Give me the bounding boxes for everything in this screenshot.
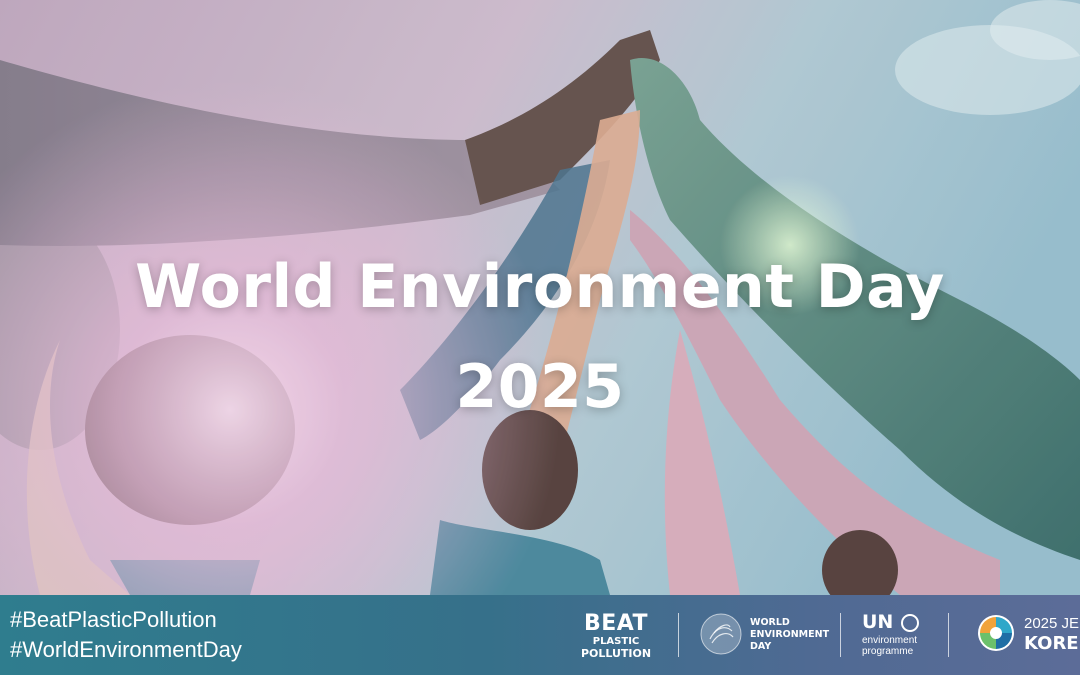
- jeju-logo-line2: KORE: [1024, 633, 1079, 654]
- un-logo-line1: UN: [862, 611, 919, 633]
- un-logo-line2: environment: [862, 635, 918, 646]
- logo-divider: [678, 613, 679, 657]
- beat-logo-line3: POLLUTION: [580, 647, 652, 660]
- world-environment-day-logo-text: WORLD ENVIRONMENT DAY: [750, 617, 829, 653]
- un-emblem-icon: [900, 613, 919, 632]
- hashtag-world-environment-day: #WorldEnvironmentDay: [10, 637, 242, 662]
- page-title: World Environment Day: [135, 252, 945, 322]
- un-environment-programme-logo: UN environment programme: [862, 611, 919, 657]
- jeju-logo-line1: 2025 JE: [1024, 615, 1080, 632]
- beat-logo-line1: BEAT: [583, 611, 649, 636]
- jeju-swirl-logo-icon: [978, 615, 1014, 651]
- beat-logo-line2: PLASTIC: [592, 636, 640, 647]
- un-logo-line3: programme: [862, 646, 914, 657]
- stage: World Environment Day 2025 #BeatPlasticP…: [0, 0, 1080, 675]
- footer-banner: #BeatPlasticPollution #WorldEnvironmentD…: [0, 595, 1080, 675]
- hashtag-beat-plastic: #BeatPlasticPollution: [10, 607, 217, 632]
- beat-plastic-pollution-logo: BEAT PLASTIC POLLUTION: [578, 611, 654, 660]
- wed-logo-line2: ENVIRONMENT: [750, 628, 830, 640]
- world-environment-day-emblem-icon: [700, 613, 742, 655]
- wed-logo-line1: WORLD: [750, 617, 790, 628]
- wed-logo-line3: DAY: [750, 640, 772, 652]
- jeju-logo-text: 2025 JE KORE: [1024, 615, 1079, 654]
- logo-divider: [840, 613, 841, 657]
- logo-divider: [948, 613, 949, 657]
- page-title-year: 2025: [455, 352, 625, 422]
